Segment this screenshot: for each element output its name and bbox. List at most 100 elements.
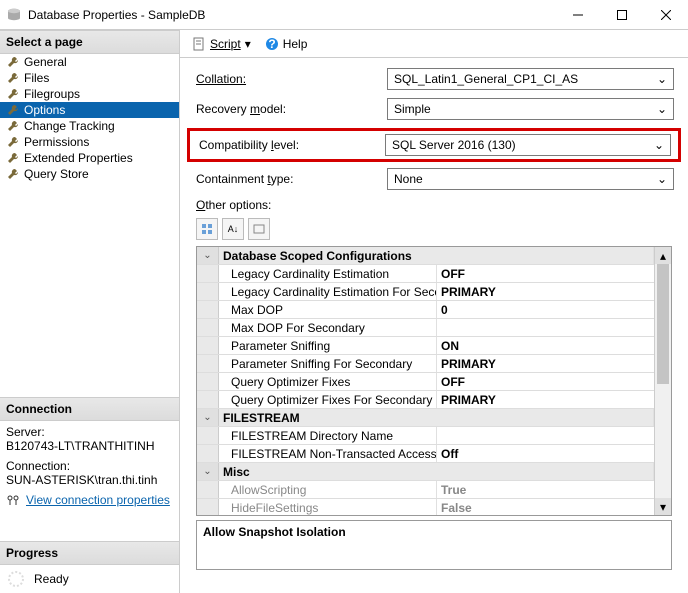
grid-row[interactable]: Query Optimizer Fixes For SecondaryPRIMA… (197, 391, 654, 409)
collation-combo[interactable]: SQL_Latin1_General_CP1_CI_AS⌄ (387, 68, 674, 90)
page-nav-item[interactable]: Query Store (0, 166, 179, 182)
nav-label: General (24, 55, 67, 69)
page-nav-item[interactable]: Extended Properties (0, 150, 179, 166)
prop-name: Legacy Cardinality Estimation For Second… (219, 283, 437, 300)
help-button[interactable]: ? Help (261, 35, 312, 53)
property-grid[interactable]: ⌄Database Scoped ConfigurationsLegacy Ca… (196, 246, 672, 516)
category-name: Misc (219, 463, 654, 480)
prop-value[interactable] (437, 427, 654, 444)
alphabetical-button[interactable]: A↓ (222, 218, 244, 240)
grid-row[interactable]: Max DOP For Secondary (197, 319, 654, 337)
page-nav-item[interactable]: Permissions (0, 134, 179, 150)
connection-header: Connection (0, 397, 179, 421)
chevron-down-icon: ⌄ (657, 102, 667, 116)
progress-spinner-icon (6, 569, 26, 589)
containment-combo[interactable]: None⌄ (387, 168, 674, 190)
options-form: Collation: SQL_Latin1_General_CP1_CI_AS⌄… (180, 58, 688, 574)
maximize-button[interactable] (600, 0, 644, 30)
categorized-button[interactable] (196, 218, 218, 240)
prop-value[interactable]: Off (437, 445, 654, 462)
minimize-button[interactable] (556, 0, 600, 30)
grid-category[interactable]: ⌄FILESTREAM (197, 409, 654, 427)
nav-label: Change Tracking (24, 119, 115, 133)
scroll-thumb[interactable] (657, 264, 669, 384)
description-box: Allow Snapshot Isolation (196, 520, 672, 570)
nav-label: Permissions (24, 135, 89, 149)
other-options-label: Other options: (196, 198, 676, 212)
property-pages-button[interactable] (248, 218, 270, 240)
prop-value[interactable] (437, 319, 654, 336)
prop-value[interactable]: False (437, 499, 654, 515)
prop-name: Query Optimizer Fixes For Secondary (219, 391, 437, 408)
grid-row[interactable]: Parameter Sniffing For SecondaryPRIMARY (197, 355, 654, 373)
grid-scrollbar[interactable]: ▴ ▾ (654, 247, 671, 515)
prop-value[interactable]: OFF (437, 373, 654, 390)
wrench-icon (6, 87, 20, 101)
collapse-icon[interactable]: ⌄ (197, 409, 219, 426)
page-nav-item[interactable]: Filegroups (0, 86, 179, 102)
grid-category[interactable]: ⌄Database Scoped Configurations (197, 247, 654, 265)
prop-name: HideFileSettings (219, 499, 437, 515)
toolbar: Script ▾ ? Help (180, 30, 688, 58)
page-nav-item[interactable]: Change Tracking (0, 118, 179, 134)
right-panel: Script ▾ ? Help Collation: SQL_Latin1_Ge… (180, 30, 688, 593)
prop-name: Parameter Sniffing (219, 337, 437, 354)
prop-value[interactable]: ON (437, 337, 654, 354)
category-name: Database Scoped Configurations (219, 247, 654, 264)
prop-name: Parameter Sniffing For Secondary (219, 355, 437, 372)
prop-value[interactable]: 0 (437, 301, 654, 318)
page-nav-item[interactable]: Options (0, 102, 179, 118)
page-nav-list: General Files Filegroups Options Change Trac… (0, 54, 179, 182)
wrench-icon (6, 167, 20, 181)
prop-value[interactable]: OFF (437, 265, 654, 282)
prop-name: Query Optimizer Fixes (219, 373, 437, 390)
grid-row[interactable]: FILESTREAM Non-Transacted AccessOff (197, 445, 654, 463)
database-icon (6, 7, 22, 23)
containment-label: Containment type: (192, 172, 387, 186)
prop-value[interactable]: PRIMARY (437, 391, 654, 408)
grid-row[interactable]: FILESTREAM Directory Name (197, 427, 654, 445)
help-icon: ? (265, 37, 279, 51)
collapse-icon[interactable]: ⌄ (197, 247, 219, 264)
help-label: Help (283, 37, 308, 51)
grid-row[interactable]: Max DOP0 (197, 301, 654, 319)
recovery-label: Recovery model: (192, 102, 387, 116)
progress-status: Ready (34, 572, 69, 586)
scroll-down-icon[interactable]: ▾ (655, 498, 671, 515)
grid-category[interactable]: ⌄Misc (197, 463, 654, 481)
wrench-icon (6, 135, 20, 149)
prop-name: FILESTREAM Directory Name (219, 427, 437, 444)
grid-row[interactable]: AllowScriptingTrue (197, 481, 654, 499)
grid-row[interactable]: Legacy Cardinality Estimation For Second… (197, 283, 654, 301)
grid-row[interactable]: Parameter SniffingON (197, 337, 654, 355)
page-nav-item[interactable]: Files (0, 70, 179, 86)
prop-value[interactable]: PRIMARY (437, 355, 654, 372)
prop-value[interactable]: True (437, 481, 654, 498)
collapse-icon[interactable]: ⌄ (197, 463, 219, 480)
recovery-combo[interactable]: Simple⌄ (387, 98, 674, 120)
close-button[interactable] (644, 0, 688, 30)
page-nav-item[interactable]: General (0, 54, 179, 70)
compatibility-label: Compatibility level: (190, 138, 385, 152)
chevron-down-icon: ⌄ (657, 72, 667, 86)
script-label: Script (210, 37, 241, 51)
nav-label: Options (24, 103, 65, 117)
dropdown-caret-icon: ▾ (245, 37, 251, 51)
script-button[interactable]: Script ▾ (188, 35, 255, 53)
nav-label: Extended Properties (24, 151, 133, 165)
script-icon (192, 37, 206, 51)
compatibility-combo[interactable]: SQL Server 2016 (130)⌄ (385, 134, 671, 156)
grid-row[interactable]: HideFileSettingsFalse (197, 499, 654, 515)
category-name: FILESTREAM (219, 409, 654, 426)
prop-value[interactable]: PRIMARY (437, 283, 654, 300)
chevron-down-icon: ⌄ (654, 138, 664, 152)
scroll-up-icon[interactable]: ▴ (655, 247, 671, 264)
collation-label: Collation: (192, 72, 387, 86)
grid-row[interactable]: Query Optimizer FixesOFF (197, 373, 654, 391)
view-connection-link[interactable]: View connection properties (26, 493, 170, 507)
left-panel: Select a page GeneralFilesFilegroupsOpti… (0, 30, 180, 593)
nav-label: Files (24, 71, 49, 85)
server-label: Server: (6, 425, 173, 439)
grid-row[interactable]: Legacy Cardinality EstimationOFF (197, 265, 654, 283)
nav-label: Filegroups (24, 87, 80, 101)
